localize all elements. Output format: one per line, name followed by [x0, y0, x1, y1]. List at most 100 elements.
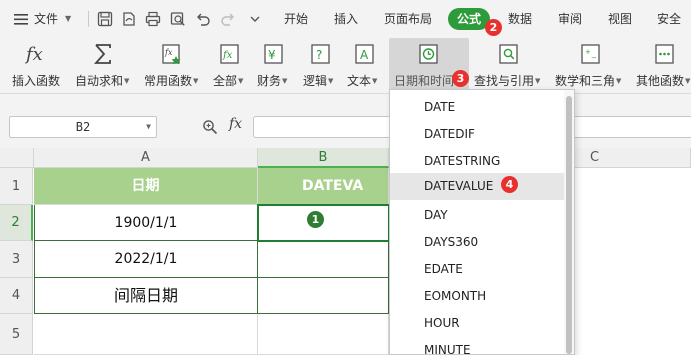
tab-view[interactable]: 视图 [608, 0, 632, 38]
tab-home[interactable]: 开始 [284, 0, 308, 38]
dropdown-item-day[interactable]: DAY [390, 202, 565, 229]
clock-icon [419, 44, 438, 64]
row-header-4[interactable]: 4 [0, 278, 33, 314]
menu-bar: 文件 ▼ 开始 插入 页面布局 公式 数据 审阅 视图 安全 [0, 0, 691, 38]
sigma-icon [93, 44, 111, 64]
tab-review[interactable]: 审阅 [558, 0, 582, 38]
zoom-icon[interactable] [202, 119, 218, 135]
save-icon[interactable] [97, 11, 113, 27]
dropdown-item-datedif[interactable]: DATEDIF [390, 121, 565, 148]
formula-bar: B2 ▼ fx [0, 94, 691, 148]
step-badge-3: 3 [452, 70, 469, 87]
cell-b3[interactable] [258, 241, 389, 278]
insert-function-button[interactable]: fx 插入函数 [8, 38, 66, 94]
svg-text:?: ? [316, 48, 322, 62]
svg-text:fx: fx [25, 44, 43, 65]
question-icon: ? [311, 44, 330, 64]
step-badge-1: 1 [307, 211, 324, 228]
tab-security[interactable]: 安全 [657, 0, 681, 38]
select-all-corner[interactable] [0, 148, 34, 168]
function-box-icon: fx [220, 44, 239, 64]
cell-b2-active[interactable] [257, 204, 390, 242]
divider [88, 11, 89, 27]
cell-b4[interactable] [258, 278, 389, 314]
hamburger-icon [14, 14, 28, 25]
dropdown-item-eomonth[interactable]: EOMONTH [390, 283, 565, 310]
math-trig-button[interactable]: + − 数学和三角▼ [553, 38, 629, 94]
more-functions-label: 其他函数▼ [636, 74, 691, 88]
column-header-a[interactable]: A [34, 148, 258, 168]
spreadsheet-grid: A B C 1 2 3 4 5 日期 DATEVA 1900/1/1 2022/… [0, 148, 691, 355]
text-functions-label: 文本▼ [347, 74, 378, 88]
lookup-reference-button[interactable]: 查找与引用▼ [473, 38, 545, 94]
text-a-icon: A [355, 44, 374, 64]
tab-insert[interactable]: 插入 [334, 0, 358, 38]
step-badge-2: 2 [485, 19, 502, 36]
date-time-function-dropdown: DATE DATEDIF DATESTRING DATEVALUE DAY DA… [389, 89, 575, 355]
print-icon[interactable] [145, 11, 161, 27]
row-header-2[interactable]: 2 [0, 205, 33, 241]
svg-text:fx: fx [222, 50, 233, 61]
row-header-3[interactable]: 3 [0, 241, 33, 278]
svg-text:¥: ¥ [268, 48, 276, 62]
yen-icon: ¥ [264, 44, 283, 64]
cell-b5[interactable] [258, 314, 389, 355]
fx-icon: fx [25, 44, 43, 65]
name-box[interactable]: B2 ▼ [9, 116, 157, 138]
svg-text:fx: fx [164, 48, 173, 57]
dropdown-scrollbar[interactable] [564, 90, 574, 354]
dropdown-item-datestring[interactable]: DATESTRING [390, 148, 565, 175]
more-functions-button[interactable]: 其他函数▼ [634, 38, 691, 94]
star-function-icon: fx [162, 44, 181, 65]
cell-a3[interactable]: 2022/1/1 [34, 241, 258, 278]
dropdown-item-edate[interactable]: EDATE [390, 256, 565, 283]
logical-label: 逻辑▼ [303, 74, 334, 88]
logical-button[interactable]: ? 逻辑▼ [302, 38, 342, 94]
export-icon[interactable] [121, 11, 137, 27]
customize-quick-access-icon[interactable] [247, 11, 263, 27]
row-header-1[interactable]: 1 [0, 168, 33, 205]
cell-a1[interactable]: 日期 [34, 168, 258, 205]
chevron-down-icon: ▼ [65, 14, 72, 23]
step-badge-4: 4 [501, 176, 518, 193]
cell-a5[interactable] [34, 314, 258, 355]
undo-icon[interactable] [195, 11, 211, 27]
svg-text:−: − [591, 54, 597, 62]
date-time-label: 日期和时间 [394, 74, 455, 88]
name-box-value: B2 [75, 120, 91, 134]
insert-function-label: 插入函数 [12, 74, 61, 88]
cell-a2[interactable]: 1900/1/1 [34, 205, 258, 241]
financial-label: 财务▼ [257, 74, 288, 88]
print-preview-icon[interactable] [170, 11, 186, 27]
cell-a4[interactable]: 间隔日期 [34, 278, 258, 314]
column-header-b[interactable]: B [258, 148, 389, 168]
dropdown-item-minute[interactable]: MINUTE [390, 337, 565, 354]
dropdown-scroll-thumb[interactable] [566, 96, 572, 354]
svg-text:A: A [360, 48, 369, 62]
cell-b1[interactable]: DATEVA [258, 168, 389, 205]
math-icon: + − [581, 44, 600, 64]
file-menu[interactable]: 文件 ▼ [14, 0, 84, 38]
math-trig-label: 数学和三角▼ [555, 74, 622, 88]
dropdown-item-hour[interactable]: HOUR [390, 310, 565, 337]
more-icon [655, 44, 674, 64]
financial-button[interactable]: ¥ 财务▼ [254, 38, 296, 94]
file-menu-label: 文件 [34, 12, 59, 26]
all-functions-button[interactable]: fx 全部▼ [210, 38, 248, 94]
common-functions-button[interactable]: fx 常用函数▼ [142, 38, 204, 94]
dropdown-item-datevalue[interactable]: DATEVALUE [390, 173, 565, 200]
redo-icon[interactable] [220, 11, 236, 27]
tab-data[interactable]: 数据 [508, 0, 532, 38]
autosum-label: 自动求和▼ [75, 74, 130, 88]
lookup-reference-label: 查找与引用▼ [474, 74, 541, 88]
dropdown-item-days360[interactable]: DAYS360 [390, 229, 565, 256]
row-header-5[interactable]: 5 [0, 314, 33, 355]
tab-page-layout[interactable]: 页面布局 [384, 0, 432, 38]
formula-ribbon: fx 插入函数 自动求和▼ fx 常用函数▼ fx 全部▼ ¥ 财务▼ ? 逻辑… [0, 38, 691, 94]
tab-formulas[interactable]: 公式 [448, 8, 490, 30]
fx-label[interactable]: fx [229, 116, 242, 132]
autosum-button[interactable]: 自动求和▼ [72, 38, 136, 94]
chevron-down-icon: ▼ [146, 122, 151, 131]
text-functions-button[interactable]: A 文本▼ [346, 38, 386, 94]
dropdown-item-date[interactable]: DATE [390, 94, 565, 121]
